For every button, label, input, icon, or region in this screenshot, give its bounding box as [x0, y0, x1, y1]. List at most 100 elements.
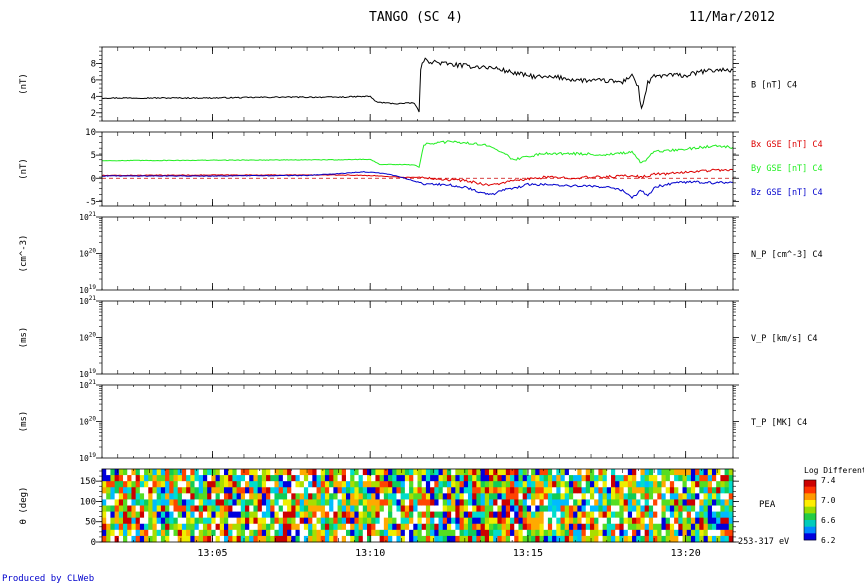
heatmap-cell	[106, 469, 111, 476]
heatmap-cell	[674, 535, 679, 543]
heatmap-cell	[438, 475, 444, 482]
heatmap-cell	[388, 523, 393, 531]
heatmap-cell	[653, 529, 658, 537]
heatmap-cell	[303, 517, 309, 525]
heatmap-cell	[333, 487, 338, 494]
heatmap-cell	[703, 487, 709, 494]
heatmap-cell	[228, 493, 233, 500]
heatmap-cell	[560, 523, 566, 531]
heatmap-cell	[345, 475, 351, 482]
heatmap-cell	[615, 475, 620, 482]
heatmap-cell	[375, 535, 381, 543]
heatmap-cell	[400, 535, 406, 543]
heatmap-cell	[720, 499, 725, 506]
colorbar-segment	[804, 506, 816, 514]
heatmap-cell	[690, 511, 696, 519]
heatmap-cell	[430, 481, 435, 488]
heatmap-cell	[632, 505, 637, 512]
heatmap-cell	[312, 523, 317, 531]
heatmap-cell	[430, 529, 435, 537]
heatmap-cell	[329, 469, 334, 476]
heatmap-cell	[434, 529, 439, 537]
heatmap-cell	[459, 505, 465, 512]
y-axis-label: θ (deg)	[19, 487, 29, 525]
heatmap-cell	[463, 517, 469, 525]
heatmap-cell	[118, 475, 124, 482]
heatmap-cell	[690, 529, 696, 537]
heatmap-cell	[110, 535, 116, 543]
y-tick-label: 1020	[79, 332, 96, 343]
heatmap-cell	[627, 469, 633, 476]
heatmap-cell	[354, 493, 360, 500]
heatmap-cell	[484, 487, 490, 494]
heatmap-cell	[678, 487, 683, 494]
colorbar-segment	[804, 486, 816, 494]
heatmap-cell	[627, 535, 633, 543]
heatmap-cell	[312, 487, 317, 494]
y-tick-label: 6	[91, 76, 96, 86]
heatmap-cell	[320, 505, 326, 512]
heatmap-cell	[451, 529, 456, 537]
heatmap-cell	[417, 487, 423, 494]
heatmap-cell	[396, 505, 402, 512]
heatmap-cell	[640, 511, 646, 519]
heatmap-cell	[707, 535, 713, 543]
heatmap-cell	[194, 523, 200, 531]
colorbar-segment	[804, 533, 816, 541]
heatmap-cell	[362, 469, 368, 476]
heatmap-cell	[459, 469, 465, 476]
heatmap-cell	[165, 511, 170, 519]
heatmap-cell	[417, 469, 423, 476]
heatmap-cell	[333, 499, 338, 506]
heatmap-cell	[425, 469, 431, 476]
heatmap-cell	[139, 481, 145, 488]
heatmap-cell	[568, 535, 574, 543]
heatmap-cell	[695, 511, 700, 519]
heatmap-cell	[564, 469, 570, 476]
y-tick-label: 1019	[79, 284, 96, 295]
heatmap-cell	[320, 517, 326, 525]
heatmap-cell	[139, 487, 145, 494]
heatmap-cell	[535, 523, 540, 531]
heatmap-cell	[118, 523, 124, 531]
heatmap-cell	[497, 475, 503, 482]
heatmap-cell	[131, 499, 137, 506]
heatmap-cell	[266, 505, 271, 512]
heatmap-cell	[463, 487, 469, 494]
heatmap-cell	[484, 517, 490, 525]
colorbar-tick-label: 6.6	[821, 516, 836, 525]
heatmap-cell	[316, 469, 322, 476]
heatmap-cell	[535, 529, 540, 537]
heatmap-cell	[194, 505, 200, 512]
heatmap-cell	[623, 499, 629, 506]
heatmap-cell	[375, 505, 381, 512]
heatmap-cell	[425, 499, 431, 506]
heatmap-cell	[682, 505, 688, 512]
heatmap-cell	[240, 499, 246, 506]
heatmap-cell	[320, 529, 326, 537]
heatmap-cell	[253, 505, 259, 512]
heatmap-cell	[257, 523, 263, 531]
heatmap-cell	[367, 499, 372, 506]
heatmap-cell	[144, 493, 149, 500]
heatmap-cell	[623, 493, 629, 500]
heatmap-cell	[291, 505, 296, 512]
heatmap-cell	[341, 529, 347, 537]
heatmap-cell	[181, 493, 187, 500]
heatmap-cell	[442, 517, 448, 525]
heatmap-cell	[287, 481, 292, 488]
heatmap-cell	[547, 529, 553, 537]
heatmap-cell	[409, 529, 414, 537]
heatmap-cell	[556, 487, 561, 494]
heatmap-cell	[148, 475, 153, 482]
heatmap-cell	[434, 499, 439, 506]
heatmap-cell	[232, 523, 238, 531]
heatmap-cell	[207, 517, 212, 525]
heatmap-cell	[602, 475, 608, 482]
x-tick-label: 13:05	[197, 548, 227, 559]
heatmap-cell	[674, 493, 679, 500]
heatmap-cell	[345, 523, 351, 531]
heatmap-cell	[215, 535, 221, 543]
heatmap-cell	[396, 535, 402, 543]
y-axis-label: (ms)	[19, 327, 29, 349]
